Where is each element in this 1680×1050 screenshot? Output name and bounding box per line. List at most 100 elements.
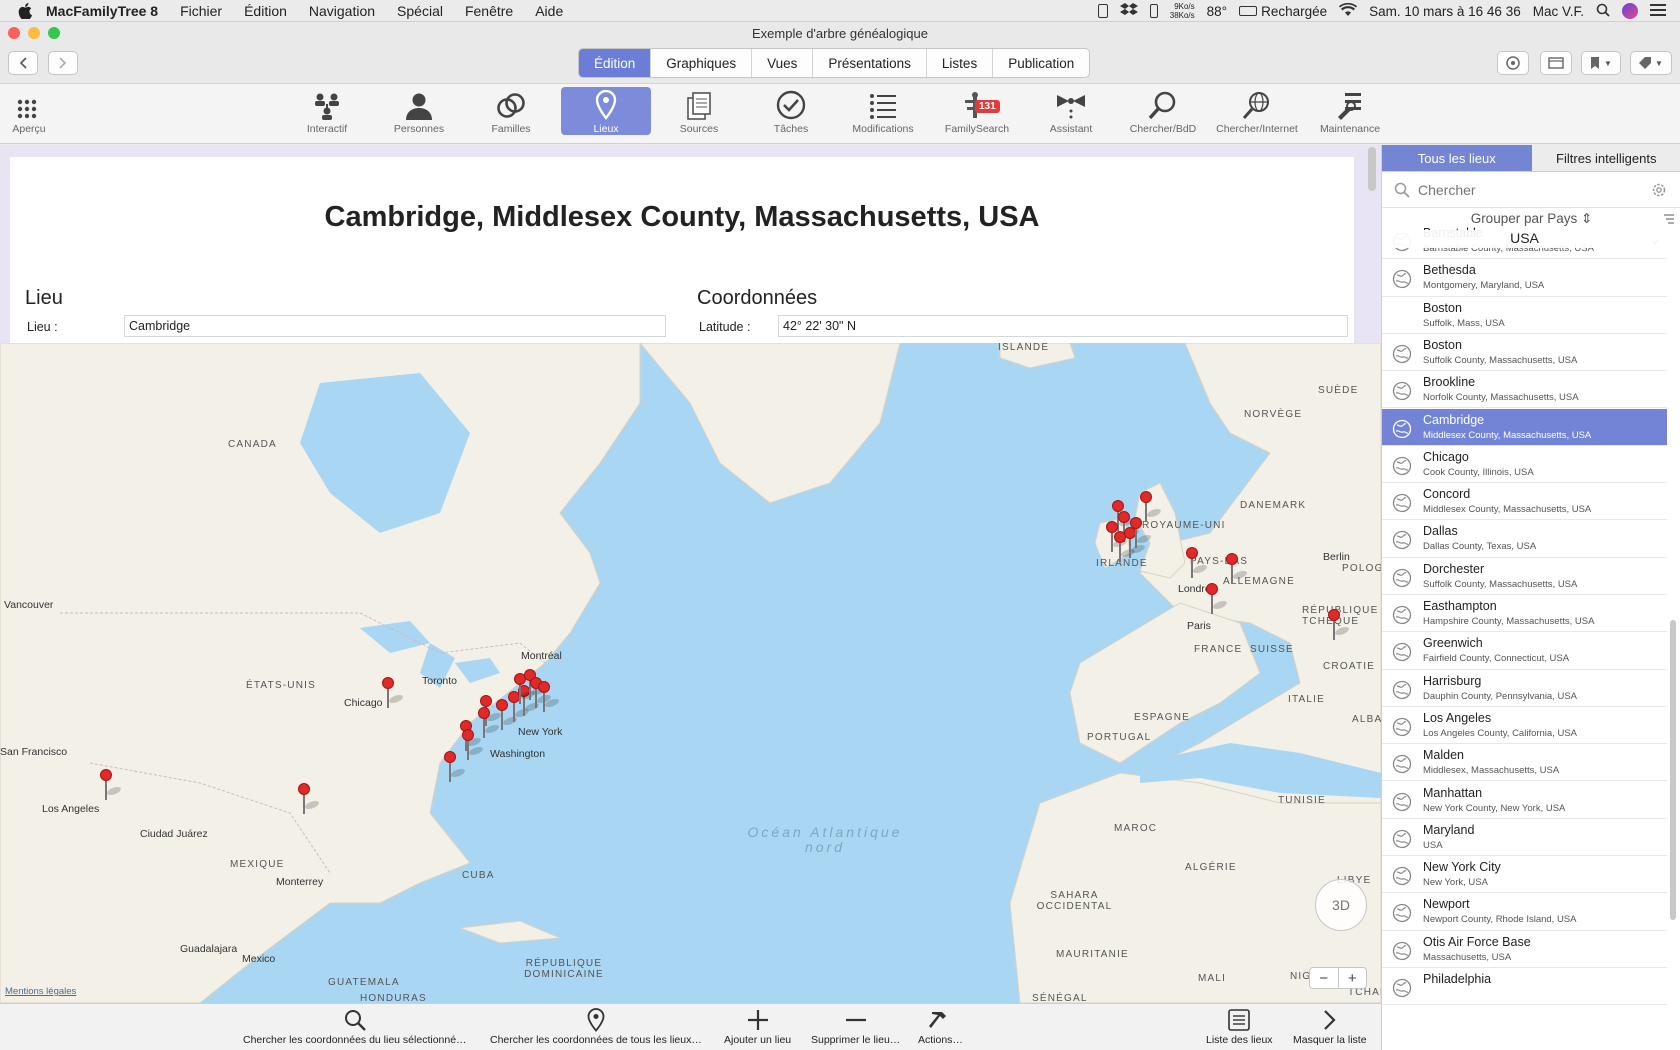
place-list-item[interactable]: Boston Suffolk, Mass, USA xyxy=(1382,297,1667,334)
net-speed[interactable]: 9Ko/s 38Ko/s xyxy=(1170,2,1195,20)
place-list-item[interactable]: Manhattan New York County, New York, USA xyxy=(1382,782,1667,819)
place-list-item[interactable]: Chicago Cook County, Illinois, USA xyxy=(1382,446,1667,484)
datetime[interactable]: Sam. 10 mars à 16 46 36 xyxy=(1369,4,1521,19)
map-pin[interactable] xyxy=(462,729,486,761)
toolbar-modifications[interactable]: Modifications xyxy=(838,87,928,135)
place-list-item[interactable]: Easthampton Hampshire County, Massachuset… xyxy=(1382,595,1667,633)
battery-meter-icon[interactable] xyxy=(1149,4,1158,18)
gear-icon[interactable] xyxy=(1651,182,1667,198)
map-pin[interactable] xyxy=(1140,491,1164,523)
map-pin[interactable] xyxy=(478,707,502,739)
map-view[interactable]: CANADA ÉTATS-UNIS MEXIQUE CUBA ISLANDE N… xyxy=(0,343,1381,1003)
map-pin[interactable] xyxy=(382,677,406,709)
find-coords-all-button[interactable]: Chercher les coordonnées de tous les lie… xyxy=(490,1008,702,1046)
place-list-item[interactable]: Harrisburg Dauphin County, Pennsylvania, … xyxy=(1382,670,1667,707)
user-name[interactable]: Mac V.F. xyxy=(1533,4,1584,19)
legal-notice-link[interactable]: Mentions légales xyxy=(5,986,76,997)
tab-publication[interactable]: Publication xyxy=(992,49,1089,77)
zoom-window-button[interactable] xyxy=(48,27,60,39)
status-icon[interactable] xyxy=(1097,4,1108,18)
minimize-window-button[interactable] xyxy=(28,27,40,39)
map-pin[interactable] xyxy=(1186,547,1210,579)
toolbar-sources[interactable]: Sources xyxy=(654,87,744,135)
toolbar-lieux[interactable]: Lieux xyxy=(561,87,651,135)
map-pin[interactable] xyxy=(100,769,124,801)
place-list-item[interactable]: Boston Suffolk County, Massachusetts, USA xyxy=(1382,334,1667,372)
toolbar-familysearch[interactable]: 131 FamilySearch xyxy=(932,87,1022,135)
search-input[interactable] xyxy=(1418,181,1638,198)
temperature[interactable]: 88° xyxy=(1207,4,1227,19)
map-pin[interactable] xyxy=(538,681,562,713)
notification-center-icon[interactable] xyxy=(1650,3,1666,19)
places-list-button[interactable]: Liste des lieux xyxy=(1206,1008,1273,1046)
bookmark-button[interactable]: ▼ xyxy=(1581,51,1621,75)
menu-edition[interactable]: Édition xyxy=(244,3,287,19)
place-list-item[interactable]: Dallas Dallas County, Texas, USA xyxy=(1382,520,1667,558)
place-list-item[interactable]: Los Angeles Los Angeles County, Californi… xyxy=(1382,707,1667,745)
spotlight-icon[interactable] xyxy=(1596,3,1610,20)
place-name-field[interactable]: Cambridge xyxy=(124,315,666,337)
menu-fichier[interactable]: Fichier xyxy=(180,3,222,19)
toolbar-maintenance[interactable]: Maintenance xyxy=(1305,87,1395,135)
tab-listes[interactable]: Listes xyxy=(925,49,992,77)
tag-button[interactable]: ▼ xyxy=(1630,51,1672,75)
place-list-item[interactable]: Greenwich Fairfield County, Connecticut, … xyxy=(1382,632,1667,670)
tab-vues[interactable]: Vues xyxy=(751,49,812,77)
battery-status[interactable]: Rechargée xyxy=(1239,4,1327,19)
back-button[interactable] xyxy=(8,51,38,75)
toolbar-chercher-internet[interactable]: Chercher/Internet xyxy=(1212,87,1302,135)
map-pin[interactable] xyxy=(496,699,520,731)
wifi-icon[interactable] xyxy=(1339,2,1358,20)
place-list-item[interactable]: Dorchester Suffolk County, Massachusetts,… xyxy=(1382,558,1667,595)
toolbar-taches[interactable]: Tâches xyxy=(746,87,836,135)
tab-graphiques[interactable]: Graphiques xyxy=(650,49,751,77)
map-pin[interactable] xyxy=(1206,583,1230,615)
hide-list-button[interactable]: Masquer la liste xyxy=(1293,1008,1367,1046)
compass-3d-button[interactable]: 3D xyxy=(1315,879,1367,931)
menu-app-name[interactable]: MacFamilyTree 8 xyxy=(46,3,158,19)
tab-presentations[interactable]: Présentations xyxy=(812,49,926,77)
place-list-item[interactable]: Concord Middlesex County, Massachusetts, … xyxy=(1382,483,1667,521)
tab-edition[interactable]: Édition xyxy=(579,49,651,77)
apple-icon[interactable] xyxy=(14,0,36,22)
menu-navigation[interactable]: Navigation xyxy=(309,3,375,19)
sidebar-scrollbar[interactable] xyxy=(1670,620,1676,920)
place-list-item[interactable]: Newport Newport County, Rhode Island, USA xyxy=(1382,893,1667,931)
actions-button[interactable]: Actions… xyxy=(918,1008,963,1046)
detail-scrollbar[interactable] xyxy=(1368,147,1376,191)
map-pin[interactable] xyxy=(444,751,468,783)
map-pin[interactable] xyxy=(1328,609,1352,641)
delete-place-button[interactable]: Supprimer le lieu… xyxy=(811,1008,900,1046)
zoom-out-button[interactable]: − xyxy=(1310,968,1339,988)
place-list-item[interactable]: Otis Air Force Base Massachusetts, USA xyxy=(1382,931,1667,968)
close-window-button[interactable] xyxy=(8,27,20,39)
siri-icon[interactable] xyxy=(1622,3,1638,19)
add-place-button[interactable]: Ajouter un lieu xyxy=(724,1008,791,1046)
toolbar-chercher-bdd[interactable]: Chercher/BdD xyxy=(1118,87,1208,135)
toolbar-personnes[interactable]: Personnes xyxy=(374,87,464,135)
toolbar-apercu[interactable]: Aperçu xyxy=(0,87,74,135)
place-list-item[interactable]: Maryland USA xyxy=(1382,819,1667,857)
place-list-item[interactable]: Cambridge Middlesex County, Massachusetts… xyxy=(1382,408,1667,446)
map-pin[interactable] xyxy=(1226,553,1250,585)
menu-aide[interactable]: Aide xyxy=(535,3,563,19)
latitude-field[interactable]: 42° 22' 30" N xyxy=(778,315,1348,337)
toolbar-assistant[interactable]: Assistant xyxy=(1026,87,1116,135)
toolbar-interactif[interactable]: Interactif xyxy=(282,87,372,135)
place-list-item[interactable]: Malden Middlesex, Massachusetts, USA xyxy=(1382,744,1667,782)
tab-all-places[interactable]: Tous les lieux xyxy=(1382,145,1532,172)
map-pin[interactable] xyxy=(298,783,322,815)
sync-button[interactable] xyxy=(1497,51,1529,75)
menu-special[interactable]: Spécial xyxy=(397,3,443,19)
place-list-item[interactable]: New York City New York, USA xyxy=(1382,856,1667,894)
tab-smart-filters[interactable]: Filtres intelligents xyxy=(1531,145,1680,172)
place-list-item[interactable]: Brookline Norfolk County, Massachusetts, … xyxy=(1382,371,1667,409)
find-coords-selected-button[interactable]: Chercher les coordonnées du lieu sélecti… xyxy=(243,1008,467,1046)
dropbox-icon[interactable] xyxy=(1119,2,1138,20)
zoom-in-button[interactable]: + xyxy=(1339,968,1367,988)
toolbar-familles[interactable]: Familles xyxy=(466,87,556,135)
place-list-item[interactable]: Philadelphia xyxy=(1382,968,1667,1006)
menu-fenetre[interactable]: Fenêtre xyxy=(465,3,513,19)
forward-button[interactable] xyxy=(48,51,78,75)
sidebar-toggle-button[interactable] xyxy=(1540,51,1572,75)
